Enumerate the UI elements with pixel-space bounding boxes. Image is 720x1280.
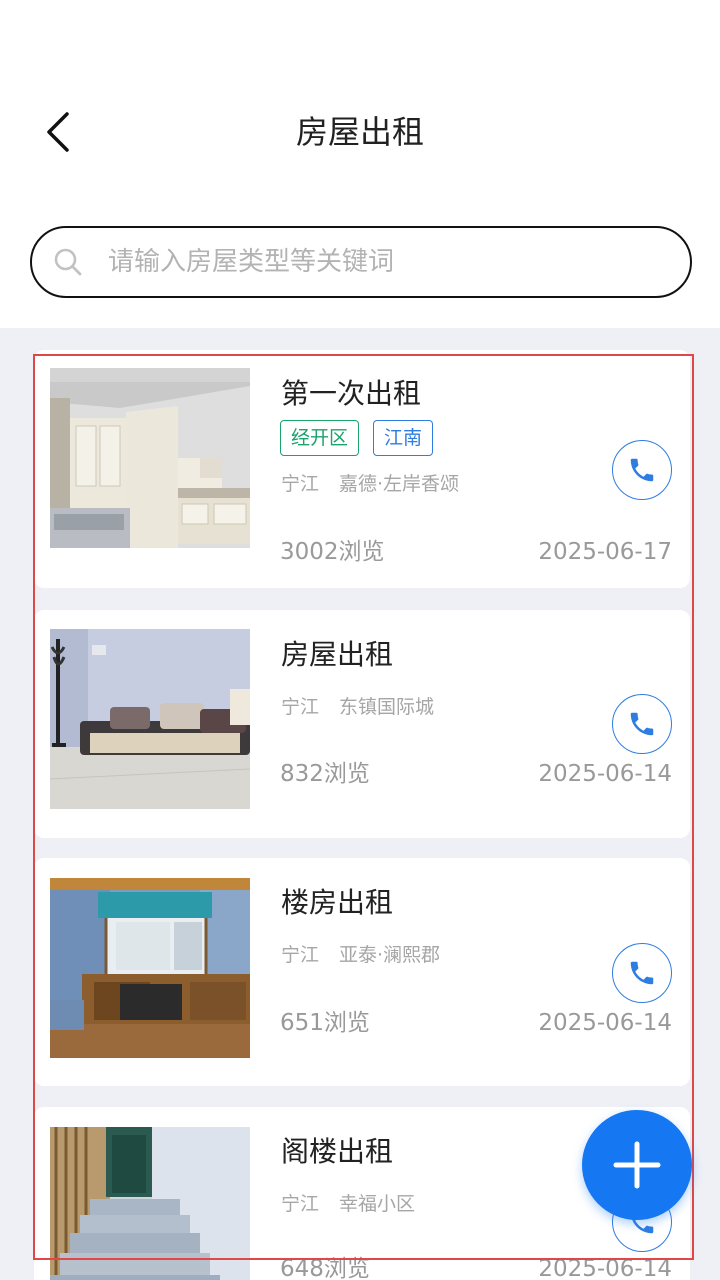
listing-title: 楼房出租 [281, 886, 394, 919]
phone-icon [630, 458, 654, 482]
add-listing-button[interactable] [582, 1110, 692, 1220]
listing-location: 宁江 嘉德·左岸香颂 [281, 470, 459, 498]
search-icon [52, 246, 84, 278]
call-button[interactable] [612, 694, 672, 754]
page-title: 房屋出租 [295, 113, 424, 151]
listing-date: 2025-06-14 [538, 761, 672, 787]
listing-photo[interactable] [50, 368, 250, 548]
listing-views: 832浏览 [280, 761, 370, 787]
plus-icon [613, 1141, 661, 1189]
search-input[interactable] [108, 247, 648, 277]
header: 房屋出租 [0, 0, 720, 328]
listing-city: 宁江 [281, 696, 320, 718]
listing-city: 宁江 [281, 944, 320, 966]
listing-community: 东镇国际城 [339, 696, 435, 718]
listing-views: 648浏览 [280, 1256, 370, 1280]
listing-card[interactable]: 房屋出租 宁江 东镇国际城 832浏览 2025-06-14 [34, 610, 690, 838]
tag-district: 经开区 [280, 420, 360, 456]
listing-title: 第一次出租 [281, 377, 422, 410]
listing-title: 阁楼出租 [281, 1135, 394, 1168]
listing-location: 宁江 幸福小区 [281, 1190, 415, 1218]
listing-photo[interactable] [50, 629, 250, 809]
listing-community: 幸福小区 [339, 1193, 416, 1215]
listing-views: 3002浏览 [280, 539, 385, 565]
listing-location: 宁江 亚泰·澜熙郡 [281, 941, 440, 969]
listing-photo[interactable] [50, 1127, 250, 1280]
call-button[interactable] [612, 943, 672, 1003]
listing-card[interactable]: 楼房出租 宁江 亚泰·澜熙郡 651浏览 2025-06-14 [34, 858, 690, 1086]
listing-city: 宁江 [281, 1193, 320, 1215]
listing-views: 651浏览 [280, 1010, 370, 1036]
search-bar[interactable] [30, 226, 692, 298]
phone-icon [630, 961, 654, 985]
tag-area: 江南 [373, 420, 434, 456]
listing-title: 房屋出租 [281, 638, 394, 671]
listing-location: 宁江 东镇国际城 [281, 693, 434, 721]
listing-date: 2025-06-17 [538, 539, 672, 565]
listing-card[interactable]: 第一次出租 经开区 江南 宁江 嘉德·左岸香颂 3002浏览 2025-06-17 [34, 350, 690, 588]
listing-community: 嘉德·左岸香颂 [339, 473, 460, 495]
listing-community: 亚泰·澜熙郡 [339, 944, 441, 966]
phone-icon [630, 712, 654, 736]
listing-date: 2025-06-14 [538, 1256, 672, 1280]
listing-photo[interactable] [50, 878, 250, 1058]
call-button[interactable] [612, 440, 672, 500]
listing-tags: 经开区 江南 [280, 420, 434, 456]
listing-city: 宁江 [281, 473, 320, 495]
listing-date: 2025-06-14 [538, 1010, 672, 1036]
